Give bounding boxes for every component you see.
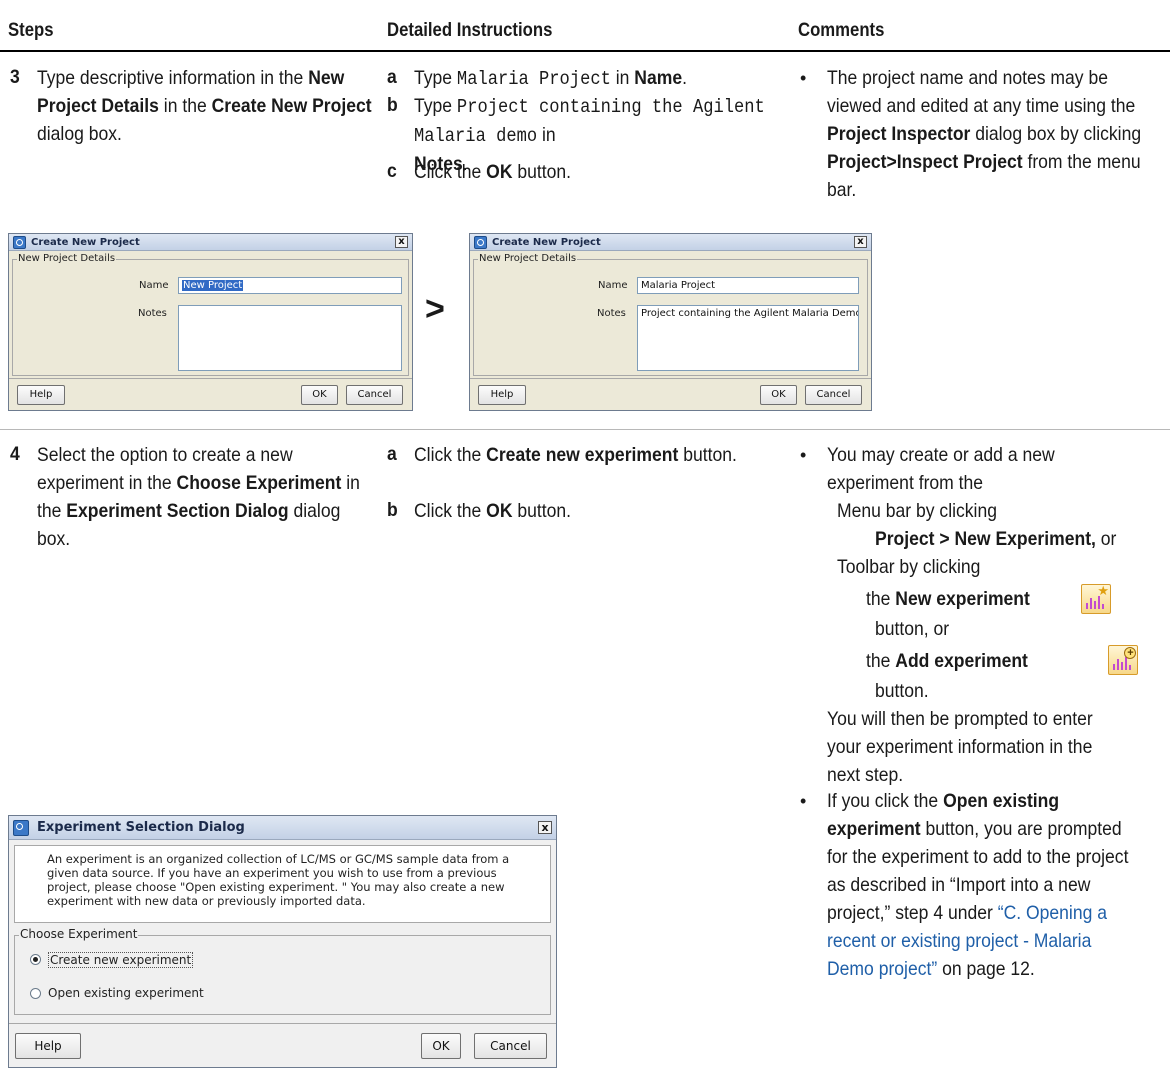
button-text: button. [875,680,929,702]
dialog-title-bar: Create New Project x [470,234,871,251]
option-create-new-label[interactable]: Create new experiment [48,952,194,968]
new-project-details-group: New Project Details Name Malaria Project… [473,253,868,376]
step-3a-text: Type Malaria Project in Name. [414,67,687,90]
notes-field[interactable] [178,305,402,371]
group-legend: Choose Experiment [19,927,139,941]
toolbar-text: Toolbar by clicking [837,556,981,578]
help-button[interactable]: Help [15,1033,81,1059]
help-button[interactable]: Help [478,385,526,405]
button-bar: Help OK Cancel [9,1023,556,1067]
step-3-comment: The project name and notes may be viewed… [827,67,1142,201]
name-label: Name [598,280,628,291]
header-comments: Comments [798,20,885,41]
ok-button[interactable]: OK [421,1033,461,1059]
step-4b-text: Click the OK button. [414,500,572,522]
notes-label: Notes [597,308,626,319]
dialog-title: Create New Project [31,237,140,248]
step-4a-text: Click the Create new experiment button. [414,444,737,466]
button-or-text: button, or [875,618,950,640]
button-bar: Help OK Cancel [9,378,412,410]
new-experiment-icon[interactable]: ★ [1081,584,1111,614]
app-icon [13,236,26,249]
ok-button[interactable]: OK [301,385,338,405]
menu-bar-text: Menu bar by clicking [837,500,997,522]
experiment-selection-dialog: Experiment Selection Dialog x An experim… [8,815,557,1068]
app-icon [13,820,29,836]
substep-letter: a [387,443,397,465]
group-legend: New Project Details [478,253,578,265]
then-prompted-text: You will then be prompted to enter your … [827,708,1093,786]
substep-letter: b [387,499,398,521]
cancel-button[interactable]: Cancel [805,385,862,405]
header-steps: Steps [8,20,54,41]
radio-open-existing[interactable] [30,988,41,999]
close-icon[interactable]: x [854,236,867,248]
new-experiment-text: the New experiment [866,588,1030,610]
create-new-project-dialog-after: Create New Project x New Project Details… [469,233,872,411]
dialog-title: Create New Project [492,237,601,248]
group-legend: New Project Details [17,253,117,265]
step-3-text: Type descriptive information in the New … [37,67,372,145]
app-icon [474,236,487,249]
name-field[interactable]: Malaria Project [637,277,859,294]
step-number: 3 [10,66,20,88]
ok-button[interactable]: OK [760,385,797,405]
step-4-text: Select the option to create a new experi… [37,444,360,550]
new-project-details-group: New Project Details Name New Project Not… [12,253,409,376]
choose-experiment-group: Choose Experiment Create new experiment … [14,928,551,1015]
cancel-button[interactable]: Cancel [346,385,403,405]
add-experiment-icon[interactable]: + [1108,645,1139,675]
close-icon[interactable]: x [538,821,552,834]
name-field[interactable]: New Project [178,277,402,294]
step-3c-text: Click the OK button. [414,161,572,183]
description-text: An experiment is an organized collection… [14,845,551,923]
name-label: Name [139,280,169,291]
step-4-comment-intro: You may create or add a new experiment f… [827,444,1055,494]
menu-command-text: Project > New Experiment, or [875,528,1117,550]
dialog-title-bar: Experiment Selection Dialog x [9,816,556,840]
row-divider [0,429,1170,430]
bullet: • [800,445,807,465]
dialog-title: Experiment Selection Dialog [37,820,245,835]
bullet: • [800,68,807,88]
notes-field[interactable]: Project containing the Agilent Malaria D… [637,305,859,371]
step-4-comment-open-existing: If you click the Open existing experimen… [827,790,1129,980]
step-number: 4 [10,443,20,465]
header-rule [0,50,1170,52]
close-icon[interactable]: x [395,236,408,248]
add-experiment-text: the Add experiment [866,650,1028,672]
cancel-button[interactable]: Cancel [474,1033,547,1059]
radio-create-new[interactable] [30,954,41,965]
bullet: • [800,791,807,811]
substep-letter: b [387,94,398,116]
substep-letter: c [387,160,397,182]
header-detailed-instructions: Detailed Instructions [387,20,553,41]
create-new-project-dialog-before: Create New Project x New Project Details… [8,233,413,411]
transition-arrow: > [425,290,445,328]
help-button[interactable]: Help [17,385,65,405]
button-bar: Help OK Cancel [470,378,871,410]
option-open-existing-label[interactable]: Open existing experiment [48,986,204,1000]
notes-label: Notes [138,308,167,319]
dialog-title-bar: Create New Project x [9,234,412,251]
substep-letter: a [387,66,397,88]
